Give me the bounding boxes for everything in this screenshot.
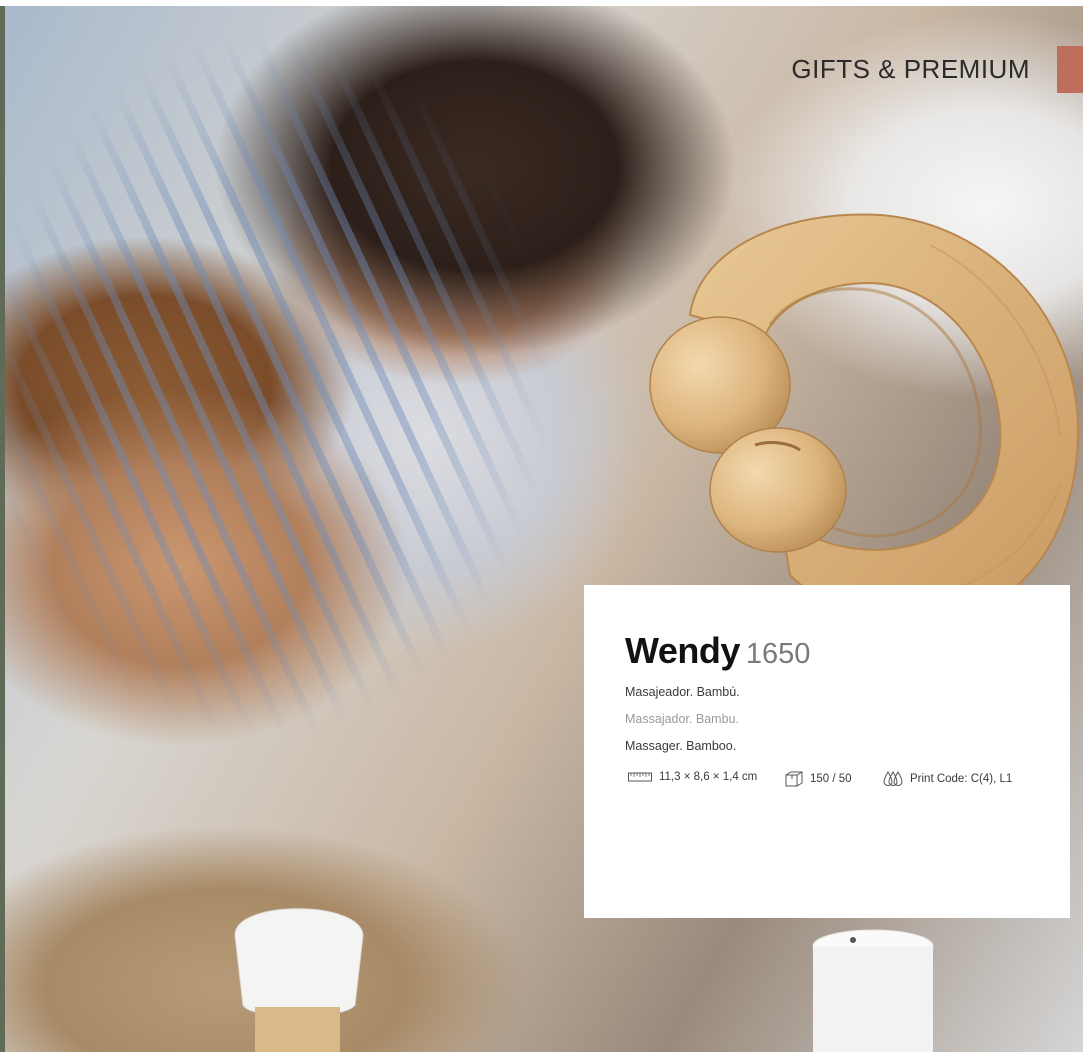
print-drops-icon bbox=[883, 771, 903, 786]
section-title: GIFTS & PREMIUM bbox=[791, 54, 1030, 84]
product-name: Wendy bbox=[625, 630, 740, 671]
catalog-page: GIFTS & PREMIUM Wendy 1650 Masajeador. Ba… bbox=[0, 0, 1083, 1052]
left-edge-strip bbox=[0, 0, 5, 1052]
description-spanish: Masajeador. Bambú. bbox=[625, 685, 740, 699]
packaging-value: 150 / 50 bbox=[810, 773, 852, 785]
top-edge-strip bbox=[0, 0, 1083, 6]
striped-shirt-texture bbox=[5, 6, 645, 906]
description-portuguese: Massajador. Bambu. bbox=[625, 712, 739, 726]
print-code-value: Print Code: C(4), L1 bbox=[910, 772, 1013, 785]
section-color-tab bbox=[1057, 46, 1083, 93]
product-code: 1650 bbox=[745, 638, 811, 670]
product-info-card: Wendy 1650 Masajeador. Bambú. Massajador.… bbox=[584, 585, 1070, 918]
description-english: Massager. Bamboo. bbox=[625, 739, 737, 753]
spec-print-code: Print Code: C(4), L1 bbox=[883, 771, 1012, 786]
ruler-icon bbox=[628, 772, 652, 782]
dimensions-value: 11,3 × 8,6 × 1,4 cm bbox=[659, 771, 758, 783]
white-container-image bbox=[812, 929, 934, 1052]
white-diffuser-image bbox=[234, 908, 364, 1052]
bamboo-massager-image bbox=[649, 213, 1080, 625]
box-icon bbox=[785, 771, 803, 787]
spec-packaging: 150 / 50 bbox=[785, 771, 852, 787]
spec-dimensions: 11,3 × 8,6 × 1,4 cm bbox=[628, 771, 757, 783]
product-title: Wendy 1650 bbox=[625, 630, 810, 672]
